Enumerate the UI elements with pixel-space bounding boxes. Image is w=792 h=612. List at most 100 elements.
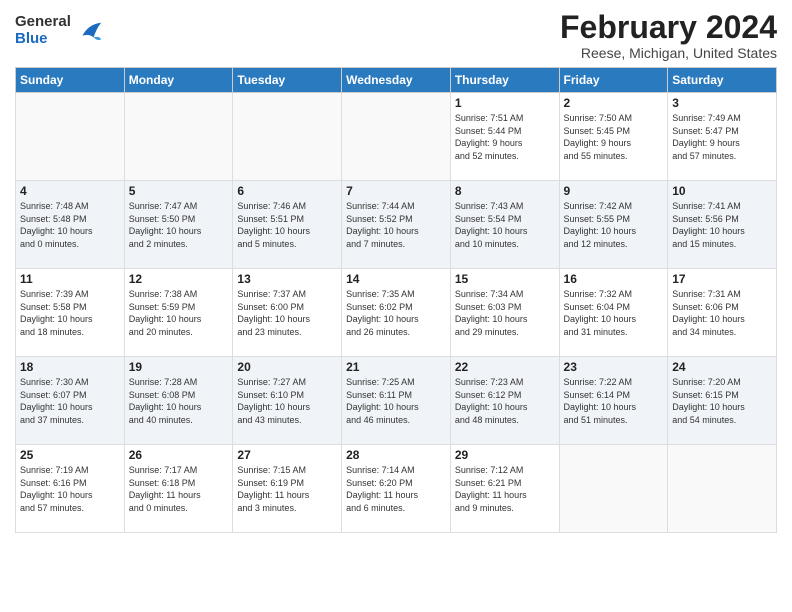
table-row [668,445,777,533]
day-number: 5 [129,184,229,198]
day-info: Sunrise: 7:30 AM Sunset: 6:07 PM Dayligh… [20,376,120,426]
calendar-week-row: 11 Sunrise: 7:39 AM Sunset: 5:58 PM Dayli… [16,269,777,357]
day-number: 15 [455,272,555,286]
day-info: Sunrise: 7:41 AM Sunset: 5:56 PM Dayligh… [672,200,772,250]
table-row: 26Sunrise: 7:17 AM Sunset: 6:18 PM Dayli… [124,445,233,533]
col-monday: Monday [124,68,233,93]
calendar-header-row: Sunday Monday Tuesday Wednesday Thursday… [16,68,777,93]
table-row: 5 Sunrise: 7:47 AM Sunset: 5:50 PM Daylig… [124,181,233,269]
day-info: Sunrise: 7:14 AM Sunset: 6:20 PM Dayligh… [346,464,446,514]
table-row: 2Sunrise: 7:50 AM Sunset: 5:45 PM Daylig… [559,93,668,181]
title-area: February 2024 Reese, Michigan, United St… [560,10,777,61]
day-info: Sunrise: 7:51 AM Sunset: 5:44 PM Dayligh… [455,112,555,162]
day-number: 6 [237,184,337,198]
logo-text: General Blue [15,14,71,47]
table-row: 12Sunrise: 7:38 AM Sunset: 5:59 PM Dayli… [124,269,233,357]
day-info: Sunrise: 7:47 AM Sunset: 5:50 PM Dayligh… [129,200,229,250]
table-row: 8Sunrise: 7:43 AM Sunset: 5:54 PM Daylig… [450,181,559,269]
day-number: 4 [20,184,120,198]
day-number: 17 [672,272,772,286]
table-row: 20 Sunrise: 7:27 AM Sunset: 6:10 PM Dayli… [233,357,342,445]
col-saturday: Saturday [668,68,777,93]
table-row: 7Sunrise: 7:44 AM Sunset: 5:52 PM Daylig… [342,181,451,269]
day-info: Sunrise: 7:31 AM Sunset: 6:06 PM Dayligh… [672,288,772,338]
table-row: 19 Sunrise: 7:28 AM Sunset: 6:08 PM Dayli… [124,357,233,445]
table-row: 1 Sunrise: 7:51 AM Sunset: 5:44 PM Daylig… [450,93,559,181]
day-number: 9 [564,184,664,198]
day-info: Sunrise: 7:22 AM Sunset: 6:14 PM Dayligh… [564,376,664,426]
logo-blue: Blue [15,31,71,48]
day-number: 25 [20,448,120,462]
day-number: 8 [455,184,555,198]
calendar-week-row: 18 Sunrise: 7:30 AM Sunset: 6:07 PM Dayli… [16,357,777,445]
table-row: 17 Sunrise: 7:31 AM Sunset: 6:06 PM Dayli… [668,269,777,357]
table-row: 14 Sunrise: 7:35 AM Sunset: 6:02 PM Dayli… [342,269,451,357]
day-number: 16 [564,272,664,286]
day-info: Sunrise: 7:46 AM Sunset: 5:51 PM Dayligh… [237,200,337,250]
table-row [16,93,125,181]
day-number: 24 [672,360,772,374]
day-info: Sunrise: 7:39 AM Sunset: 5:58 PM Dayligh… [20,288,120,338]
day-info: Sunrise: 7:23 AM Sunset: 6:12 PM Dayligh… [455,376,555,426]
calendar-table: Sunday Monday Tuesday Wednesday Thursday… [15,67,777,533]
day-info: Sunrise: 7:12 AM Sunset: 6:21 PM Dayligh… [455,464,555,514]
day-number: 20 [237,360,337,374]
day-number: 14 [346,272,446,286]
col-thursday: Thursday [450,68,559,93]
table-row [559,445,668,533]
table-row: 23 Sunrise: 7:22 AM Sunset: 6:14 PM Dayli… [559,357,668,445]
day-number: 21 [346,360,446,374]
month-title: February 2024 [560,10,777,45]
day-number: 18 [20,360,120,374]
day-info: Sunrise: 7:15 AM Sunset: 6:19 PM Dayligh… [237,464,337,514]
table-row [342,93,451,181]
table-row: 10 Sunrise: 7:41 AM Sunset: 5:56 PM Dayli… [668,181,777,269]
table-row: 18 Sunrise: 7:30 AM Sunset: 6:07 PM Dayli… [16,357,125,445]
day-info: Sunrise: 7:20 AM Sunset: 6:15 PM Dayligh… [672,376,772,426]
logo-general: General [15,14,71,31]
table-row: 22 Sunrise: 7:23 AM Sunset: 6:12 PM Dayli… [450,357,559,445]
day-info: Sunrise: 7:48 AM Sunset: 5:48 PM Dayligh… [20,200,120,250]
day-info: Sunrise: 7:35 AM Sunset: 6:02 PM Dayligh… [346,288,446,338]
day-info: Sunrise: 7:37 AM Sunset: 6:00 PM Dayligh… [237,288,337,338]
day-info: Sunrise: 7:42 AM Sunset: 5:55 PM Dayligh… [564,200,664,250]
location: Reese, Michigan, United States [560,45,777,61]
day-number: 22 [455,360,555,374]
day-number: 27 [237,448,337,462]
table-row: 25 Sunrise: 7:19 AM Sunset: 6:16 PM Dayli… [16,445,125,533]
day-number: 28 [346,448,446,462]
day-info: Sunrise: 7:49 AM Sunset: 5:47 PM Dayligh… [672,112,772,162]
day-number: 3 [672,96,772,110]
table-row: 24 Sunrise: 7:20 AM Sunset: 6:15 PM Dayli… [668,357,777,445]
page: General Blue February 2024 Reese, Michig… [0,0,792,612]
day-info: Sunrise: 7:38 AM Sunset: 5:59 PM Dayligh… [129,288,229,338]
calendar-week-row: 4 Sunrise: 7:48 AM Sunset: 5:48 PM Daylig… [16,181,777,269]
table-row [233,93,342,181]
day-number: 13 [237,272,337,286]
calendar-week-row: 25 Sunrise: 7:19 AM Sunset: 6:16 PM Dayli… [16,445,777,533]
day-number: 29 [455,448,555,462]
day-info: Sunrise: 7:28 AM Sunset: 6:08 PM Dayligh… [129,376,229,426]
table-row: 27 Sunrise: 7:15 AM Sunset: 6:19 PM Dayli… [233,445,342,533]
table-row: 16 Sunrise: 7:32 AM Sunset: 6:04 PM Dayli… [559,269,668,357]
table-row: 15Sunrise: 7:34 AM Sunset: 6:03 PM Dayli… [450,269,559,357]
day-number: 19 [129,360,229,374]
table-row: 4 Sunrise: 7:48 AM Sunset: 5:48 PM Daylig… [16,181,125,269]
calendar-week-row: 1 Sunrise: 7:51 AM Sunset: 5:44 PM Daylig… [16,93,777,181]
table-row: 21 Sunrise: 7:25 AM Sunset: 6:11 PM Dayli… [342,357,451,445]
day-number: 1 [455,96,555,110]
day-info: Sunrise: 7:32 AM Sunset: 6:04 PM Dayligh… [564,288,664,338]
day-info: Sunrise: 7:27 AM Sunset: 6:10 PM Dayligh… [237,376,337,426]
day-number: 10 [672,184,772,198]
day-number: 23 [564,360,664,374]
day-info: Sunrise: 7:19 AM Sunset: 6:16 PM Dayligh… [20,464,120,514]
table-row: 11 Sunrise: 7:39 AM Sunset: 5:58 PM Dayli… [16,269,125,357]
col-wednesday: Wednesday [342,68,451,93]
day-info: Sunrise: 7:17 AM Sunset: 6:18 PM Dayligh… [129,464,229,514]
day-info: Sunrise: 7:25 AM Sunset: 6:11 PM Dayligh… [346,376,446,426]
table-row [124,93,233,181]
day-number: 11 [20,272,120,286]
table-row: 3 Sunrise: 7:49 AM Sunset: 5:47 PM Daylig… [668,93,777,181]
table-row: 28 Sunrise: 7:14 AM Sunset: 6:20 PM Dayli… [342,445,451,533]
logo: General Blue [15,14,103,47]
